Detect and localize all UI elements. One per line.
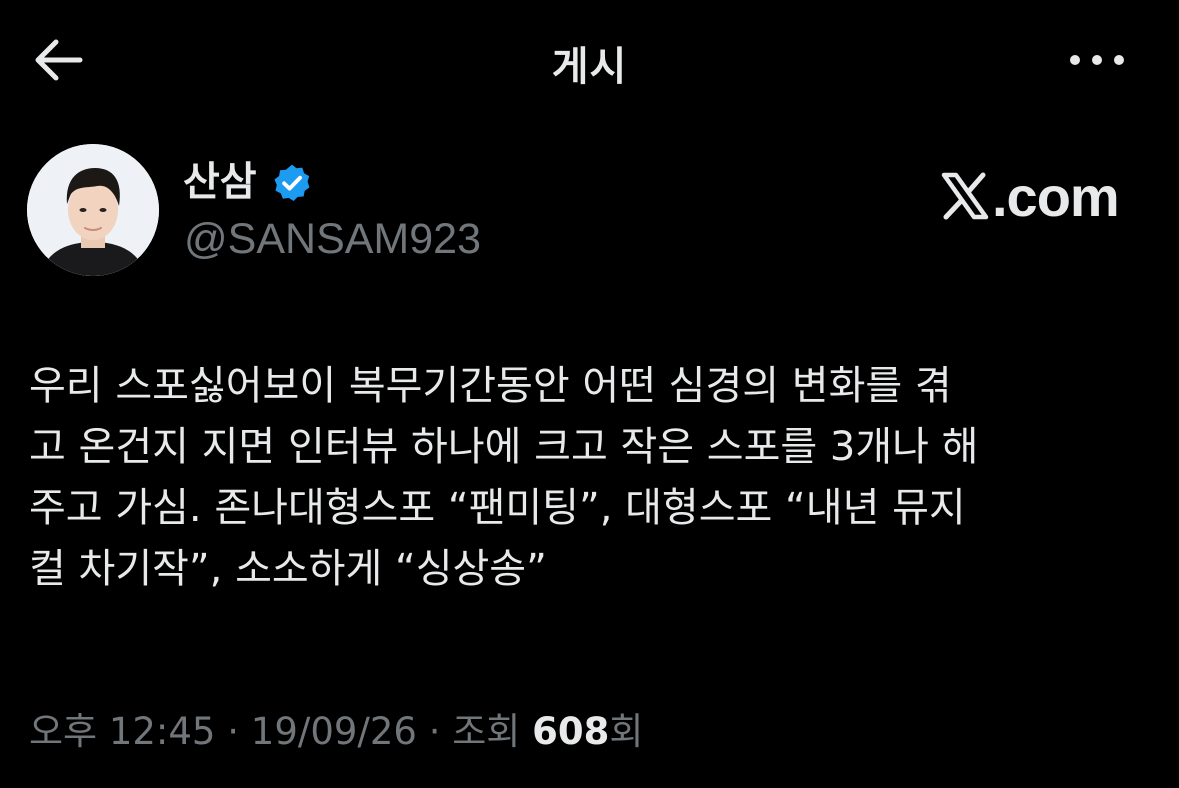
watermark-text: .com xyxy=(992,164,1120,228)
author-display-name[interactable]: 산삼 xyxy=(183,158,257,206)
more-options-button[interactable] xyxy=(1066,40,1128,80)
views-count: 608 xyxy=(532,710,610,753)
tweet-meta: 오후 12:45 · 19/09/26 · 조회 608회 xyxy=(29,708,643,756)
tweet-date[interactable]: 19/09/26 xyxy=(251,710,417,753)
avatar[interactable] xyxy=(27,144,159,276)
meta-separator: · xyxy=(215,710,251,753)
page-title: 게시 xyxy=(551,44,628,90)
x-logo-icon xyxy=(941,172,989,220)
verified-badge-icon xyxy=(274,164,310,202)
tweet-time[interactable]: 오후 12:45 xyxy=(29,710,215,753)
more-horizontal-icon xyxy=(1070,55,1124,65)
meta-separator: · xyxy=(416,710,453,753)
views-suffix: 회 xyxy=(609,710,644,753)
author-handle[interactable]: @SANSAM923 xyxy=(184,214,481,264)
views-label: 조회 xyxy=(452,710,533,753)
x-com-watermark: .com xyxy=(940,164,1120,228)
avatar-image xyxy=(27,144,159,276)
top-bar: 게시 xyxy=(0,0,1179,120)
tweet-text: 우리 스포싫어보이 복무기간동안 어떤 심경의 변화를 겪 고 온건지 지면 인… xyxy=(29,363,979,592)
